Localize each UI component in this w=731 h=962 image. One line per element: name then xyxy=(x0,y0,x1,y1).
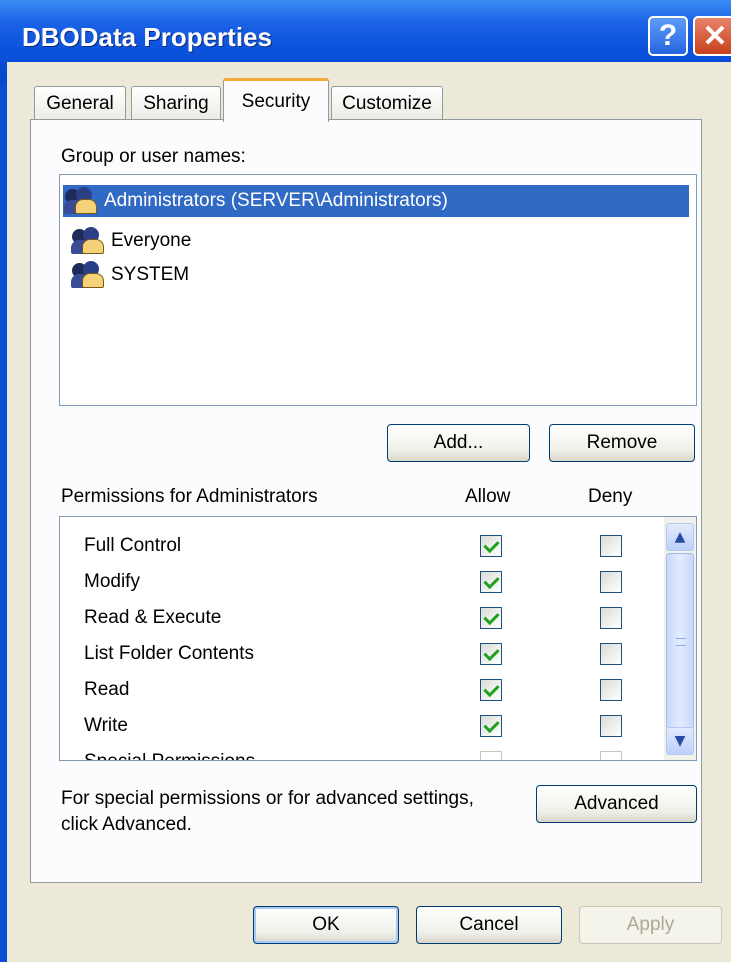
permission-name: Write xyxy=(84,715,128,736)
deny-checkbox[interactable] xyxy=(600,679,622,701)
allow-checkbox[interactable] xyxy=(480,679,502,701)
advanced-note-line1: For special permissions or for advanced … xyxy=(61,788,474,809)
deny-checkbox[interactable] xyxy=(600,571,622,593)
user-group-icon xyxy=(63,186,99,216)
permission-name: Read & Execute xyxy=(84,607,222,628)
permission-name: Modify xyxy=(84,571,140,592)
deny-checkbox[interactable] xyxy=(600,715,622,737)
allow-column-header: Allow xyxy=(465,486,511,507)
user-name: SYSTEM xyxy=(111,264,190,285)
deny-checkbox xyxy=(600,751,622,760)
permission-row-write: Write xyxy=(60,709,660,745)
list-item-system[interactable]: SYSTEM xyxy=(70,259,192,291)
deny-column-header: Deny xyxy=(588,486,633,507)
ok-button[interactable]: OK xyxy=(253,906,399,944)
list-item-everyone[interactable]: Everyone xyxy=(70,225,194,257)
user-group-icon xyxy=(70,260,106,290)
user-group-icon xyxy=(70,226,106,256)
grip-icon xyxy=(676,638,686,646)
permission-row-list-folder-contents: List Folder Contents xyxy=(60,637,660,673)
permission-row-special-permissions: Special Permissions xyxy=(60,745,660,760)
permission-name: Read xyxy=(84,679,130,700)
allow-checkbox[interactable] xyxy=(480,571,502,593)
permissions-scrollbar[interactable]: ▲ ▼ xyxy=(664,517,696,760)
permission-row-full-control: Full Control xyxy=(60,529,660,565)
user-name: Administrators (SERVER\Administrators) xyxy=(101,188,451,214)
permission-name: Full Control xyxy=(84,535,182,556)
permissions-label: Permissions for Administrators xyxy=(61,486,318,507)
allow-checkbox[interactable] xyxy=(480,535,502,557)
group-user-list[interactable]: Administrators (SERVER\Administrators) E… xyxy=(59,174,697,406)
add-button[interactable]: Add... xyxy=(387,424,530,462)
scroll-up-icon[interactable]: ▲ xyxy=(666,523,694,551)
deny-checkbox[interactable] xyxy=(600,535,622,557)
scroll-down-icon[interactable]: ▼ xyxy=(666,727,694,755)
deny-checkbox[interactable] xyxy=(600,607,622,629)
scrollbar-thumb[interactable] xyxy=(666,553,694,729)
allow-checkbox[interactable] xyxy=(480,607,502,629)
permission-row-read-execute: Read & Execute xyxy=(60,601,660,637)
allow-checkbox[interactable] xyxy=(480,715,502,737)
deny-checkbox[interactable] xyxy=(600,643,622,665)
permission-name: Special Permissions xyxy=(84,751,255,760)
permission-row-read: Read xyxy=(60,673,660,709)
list-item-administrators[interactable]: Administrators (SERVER\Administrators) xyxy=(63,185,689,217)
advanced-button[interactable]: Advanced xyxy=(536,785,697,823)
remove-button[interactable]: Remove xyxy=(549,424,695,462)
advanced-note-line2: click Advanced. xyxy=(61,814,192,835)
group-list-label: Group or user names: xyxy=(61,146,246,167)
allow-checkbox[interactable] xyxy=(480,643,502,665)
user-name: Everyone xyxy=(111,230,192,251)
permission-row-modify: Modify xyxy=(60,565,660,601)
apply-button: Apply xyxy=(579,906,722,944)
allow-checkbox xyxy=(480,751,502,760)
permissions-list[interactable]: Full Control Modify Read & Execute List … xyxy=(59,516,697,761)
permission-name: List Folder Contents xyxy=(84,643,255,664)
cancel-button[interactable]: Cancel xyxy=(416,906,562,944)
